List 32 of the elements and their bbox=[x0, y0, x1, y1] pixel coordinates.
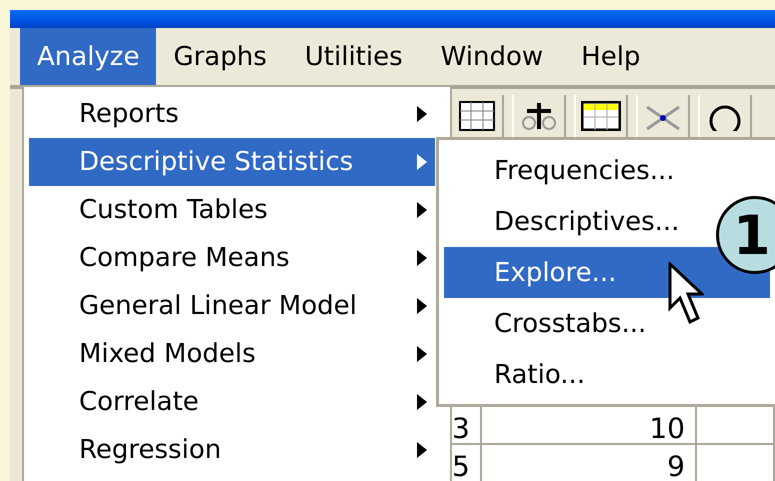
table-cell: 9 bbox=[482, 445, 697, 481]
toolbar-button[interactable] bbox=[698, 95, 752, 137]
menu-item[interactable]: Regression bbox=[29, 426, 435, 474]
menu-bar-item[interactable]: Graphs bbox=[156, 28, 284, 85]
toolbar-button[interactable] bbox=[512, 95, 566, 137]
table-icon bbox=[459, 101, 495, 131]
menu-item[interactable]: Reports bbox=[29, 90, 435, 138]
menu-item-label: Reports bbox=[79, 99, 179, 129]
menu-item[interactable]: Compare Means bbox=[29, 234, 435, 282]
menu-item[interactable]: Ratio... bbox=[444, 349, 770, 400]
menu-item-label: Mixed Models bbox=[79, 339, 256, 369]
menu-item[interactable]: Descriptive Statistics bbox=[29, 138, 435, 186]
menu-bar-item[interactable]: Help bbox=[564, 28, 658, 85]
toolbar-button[interactable] bbox=[574, 95, 628, 137]
table-icon bbox=[581, 101, 621, 131]
menu-item[interactable]: Custom Tables bbox=[29, 186, 435, 234]
menu-bar-item[interactable]: Utilities bbox=[288, 28, 420, 85]
cursor-icon bbox=[668, 262, 704, 326]
scale-icon bbox=[521, 101, 557, 131]
menu-item[interactable]: General Linear Model bbox=[29, 282, 435, 330]
menu-bar-item[interactable]: Analyze bbox=[20, 28, 156, 85]
menu-item-label: Descriptive Statistics bbox=[79, 147, 354, 177]
menu-item-label: General Linear Model bbox=[79, 291, 357, 321]
menu-item-label: Regression bbox=[79, 435, 222, 465]
menu-item-label: Correlate bbox=[79, 387, 199, 417]
menu-item[interactable]: Frequencies... bbox=[444, 145, 770, 196]
menu-bar-item[interactable]: Window bbox=[424, 28, 560, 85]
menu-item-label: Custom Tables bbox=[79, 195, 268, 225]
menu-item[interactable]: Crosstabs... bbox=[444, 298, 770, 349]
menu-item[interactable]: Mixed Models bbox=[29, 330, 435, 378]
menu-item[interactable]: Correlate bbox=[29, 378, 435, 426]
menu-item-label: Compare Means bbox=[79, 243, 290, 273]
